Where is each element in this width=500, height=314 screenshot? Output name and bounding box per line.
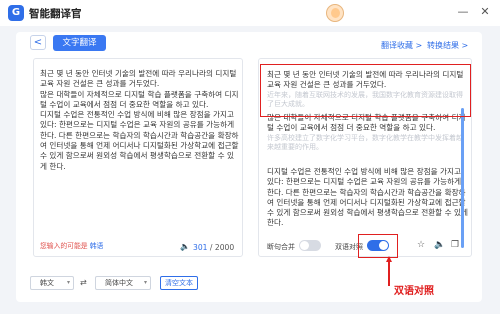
source-textarea[interactable]: 최근 몇 년 동안 인터넷 기술의 발전에 따라 우리나라의 디지털 교육 자원…	[40, 69, 239, 172]
app-title: 智能翻译官	[29, 8, 82, 20]
chevron-down-icon: ▾	[143, 279, 147, 286]
source-paragraph: 많은 대학들이 자체적으로 디지털 학습 플랫폼을 구축하여 디지털 수업이 교…	[40, 89, 239, 109]
char-counter: 301 / 2000	[193, 243, 234, 252]
copy-icon[interactable]: ❐	[451, 240, 459, 250]
split-merge-label: 断句合并	[267, 243, 295, 251]
speaker-icon[interactable]: 🔈	[434, 240, 445, 250]
hint-text: 您输入的可能是	[40, 242, 88, 250]
title-bar: G 智能翻译官 — ✕	[0, 0, 500, 26]
translation-scrollbar[interactable]	[461, 108, 464, 248]
source-paragraph: 디지털 수업은 전통적인 수업 방식에 비해 많은 장점을 가지고 있다: 한편…	[40, 110, 239, 171]
toggle-knob	[300, 241, 309, 250]
source-language-select[interactable]: 韩文 ▾	[30, 276, 74, 290]
swap-languages-icon[interactable]: ⇄	[80, 278, 87, 287]
toggle-highlight-box	[358, 234, 398, 258]
minimize-button[interactable]: —	[456, 5, 470, 19]
source-paragraph: 최근 몇 년 동안 인터넷 기술의 발전에 따라 우리나라의 디지털 교육 자원…	[40, 69, 237, 89]
translation-block: 많은 대학들이 자체적으로 디지털 학습 플랫폼을 구축하여 디지털 수업이 교…	[267, 113, 468, 153]
detected-language-link[interactable]: 韩语	[90, 242, 104, 250]
close-button[interactable]: ✕	[478, 5, 492, 19]
bilingual-highlight-box	[260, 64, 471, 117]
favorites-link[interactable]: 翻译收藏 >	[381, 40, 422, 51]
app-logo-icon: G	[8, 5, 24, 21]
target-language-value: 简体中文	[105, 279, 133, 287]
translation-result: 许多高校建立了数字化学习平台，数字化教学在教学中发挥着越来越重要的作用。	[267, 133, 463, 152]
source-language-value: 韩文	[40, 279, 54, 287]
speaker-icon[interactable]: 🔈	[180, 242, 190, 251]
char-total: / 2000	[207, 243, 235, 252]
translation-block: 디지털 수업은 전통적인 수업 방식에 비해 많은 장점을 가지고 있다: 한편…	[267, 167, 468, 229]
arrow-up-icon	[386, 256, 392, 262]
avatar-face-icon	[331, 8, 340, 18]
language-hint: 您输入的可能是 韩语	[40, 240, 103, 250]
back-button[interactable]: <	[30, 35, 46, 50]
annotation-arrow	[388, 258, 390, 286]
tab-text-translate[interactable]: 文字翻译	[53, 35, 106, 51]
translation-original: 디지털 수업은 전통적인 수업 방식에 비해 많은 장점을 가지고 있다: 한편…	[267, 167, 468, 228]
split-merge-toggle[interactable]	[299, 240, 321, 251]
target-language-select[interactable]: 简体中文 ▾	[95, 276, 151, 290]
clear-text-button[interactable]: 清空文本	[160, 276, 198, 290]
chevron-left-icon: <	[33, 37, 43, 48]
chevron-down-icon: ▾	[66, 279, 70, 286]
results-link[interactable]: 转换结果 >	[427, 40, 468, 51]
char-count: 301	[193, 243, 208, 252]
star-icon[interactable]: ☆	[417, 240, 425, 250]
user-avatar[interactable]	[326, 4, 344, 22]
annotation-label: 双语对照	[394, 286, 434, 297]
